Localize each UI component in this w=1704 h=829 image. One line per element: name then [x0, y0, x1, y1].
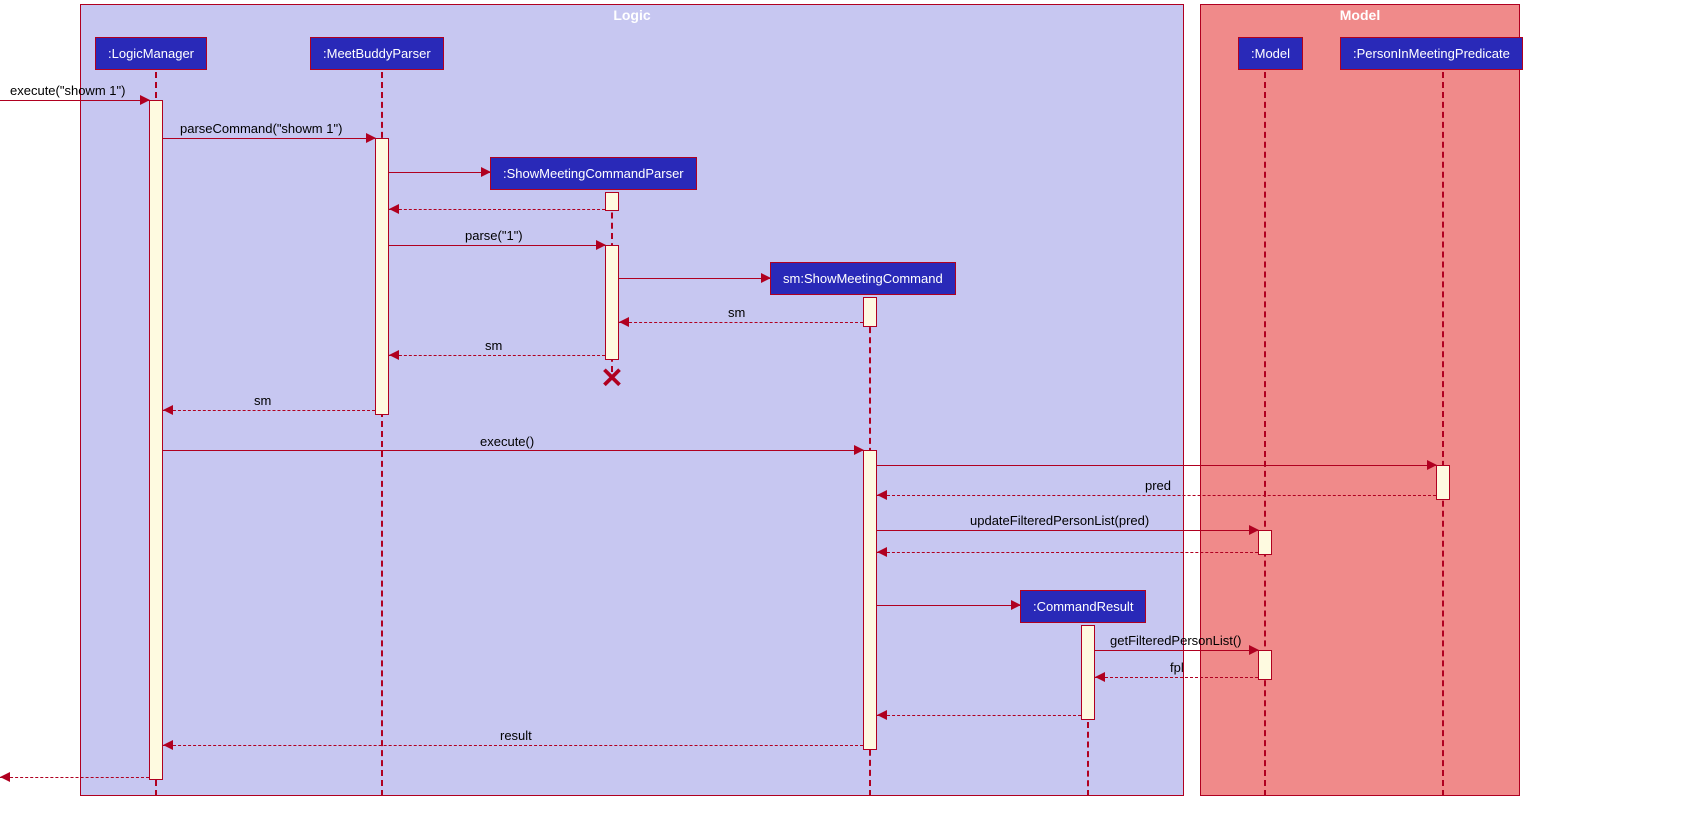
person-in-meeting-predicate-label: :PersonInMeetingPredicate — [1353, 46, 1510, 61]
sm3-label: sm — [254, 393, 271, 408]
fpl-label: fpl — [1170, 660, 1184, 675]
parseCommand-arrow — [163, 138, 375, 139]
command-result-object: :CommandResult — [1020, 590, 1146, 623]
meet-buddy-parser-object: :MeetBuddyParser — [310, 37, 444, 70]
person-in-meeting-predicate-object: :PersonInMeetingPredicate — [1340, 37, 1523, 70]
execute1-arrow — [0, 100, 149, 101]
create-pred-arrow — [877, 465, 1436, 466]
command-result-label: :CommandResult — [1033, 599, 1133, 614]
get-fpl-arrowhead — [1249, 645, 1259, 655]
execute1-label: execute("showm 1") — [10, 83, 125, 98]
final-return-arrowhead — [0, 772, 10, 782]
sm2-label: sm — [485, 338, 502, 353]
create-cr-arrow — [877, 605, 1020, 606]
model-lifeline — [1264, 72, 1266, 796]
result-label: result — [500, 728, 532, 743]
cr-return-arrow — [877, 715, 1081, 716]
parse-arrowhead — [596, 240, 606, 250]
command-result-activation — [1081, 625, 1095, 720]
update-fpl-arrowhead — [1249, 525, 1259, 535]
get-fpl-label: getFilteredPersonList() — [1110, 633, 1242, 648]
return-smcp-arrow — [389, 209, 605, 210]
show-meeting-command-activation2 — [863, 450, 877, 750]
pred-return-arrowhead — [877, 490, 887, 500]
update-fpl-return-arrow — [877, 552, 1258, 553]
destroy-smcp-icon: ✕ — [600, 362, 623, 395]
model-title: Model — [1340, 7, 1380, 23]
logic-title: Logic — [613, 7, 650, 23]
person-in-meeting-predicate-activation — [1436, 465, 1450, 500]
parseCommand-label: parseCommand("showm 1") — [180, 121, 342, 136]
meet-buddy-parser-label: :MeetBuddyParser — [323, 46, 431, 61]
show-meeting-command-object: sm:ShowMeetingCommand — [770, 262, 956, 295]
execute2-label: execute() — [480, 434, 534, 449]
person-in-meeting-predicate-lifeline — [1442, 72, 1444, 796]
update-fpl-label: updateFilteredPersonList(pred) — [970, 513, 1149, 528]
create-cr-arrowhead — [1011, 600, 1021, 610]
parse-arrow — [389, 245, 605, 246]
update-fpl-arrow — [877, 530, 1258, 531]
show-meeting-command-parser-activation2 — [605, 245, 619, 360]
sm1-arrowhead — [619, 317, 629, 327]
cr-return-arrowhead — [877, 710, 887, 720]
logic-manager-label: :LogicManager — [108, 46, 194, 61]
logic-manager-object: :LogicManager — [95, 37, 207, 70]
create-smc-arrowhead — [761, 273, 771, 283]
sm2-arrowhead — [389, 350, 399, 360]
logic-manager-activation — [149, 100, 163, 780]
get-fpl-arrow — [1095, 650, 1258, 651]
return-smcp-arrowhead — [389, 204, 399, 214]
model-activation2 — [1258, 650, 1272, 680]
parse-label: parse("1") — [465, 228, 523, 243]
show-meeting-command-activation1 — [863, 297, 877, 327]
show-meeting-command-parser-activation1 — [605, 192, 619, 211]
sm3-arrow — [163, 410, 375, 411]
final-return-arrow — [0, 777, 149, 778]
execute2-arrow — [163, 450, 863, 451]
update-fpl-return-arrowhead — [877, 547, 887, 557]
fpl-return-arrowhead — [1095, 672, 1105, 682]
model-object: :Model — [1238, 37, 1303, 70]
execute1-arrowhead — [140, 95, 150, 105]
create-smc-arrow — [619, 278, 770, 279]
pred-label: pred — [1145, 478, 1171, 493]
create-pred-arrowhead — [1427, 460, 1437, 470]
sm3-arrowhead — [163, 405, 173, 415]
sm1-label: sm — [728, 305, 745, 320]
parseCommand-arrowhead — [366, 133, 376, 143]
show-meeting-command-parser-label: :ShowMeetingCommandParser — [503, 166, 684, 181]
meet-buddy-parser-activation — [375, 138, 389, 415]
sm1-arrow — [619, 322, 863, 323]
model-label: :Model — [1251, 46, 1290, 61]
fpl-return-arrow — [1095, 677, 1258, 678]
model-activation1 — [1258, 530, 1272, 555]
sequence-diagram: Logic Model :LogicManager :MeetBuddyPars… — [0, 0, 1704, 829]
sm2-arrow — [389, 355, 605, 356]
show-meeting-command-parser-object: :ShowMeetingCommandParser — [490, 157, 697, 190]
create-smcp-arrowhead — [481, 167, 491, 177]
execute2-arrowhead — [854, 445, 864, 455]
create-smcp-arrow — [389, 172, 490, 173]
result-return-arrow — [163, 745, 863, 746]
result-return-arrowhead — [163, 740, 173, 750]
pred-return-arrow — [877, 495, 1436, 496]
show-meeting-command-label: sm:ShowMeetingCommand — [783, 271, 943, 286]
